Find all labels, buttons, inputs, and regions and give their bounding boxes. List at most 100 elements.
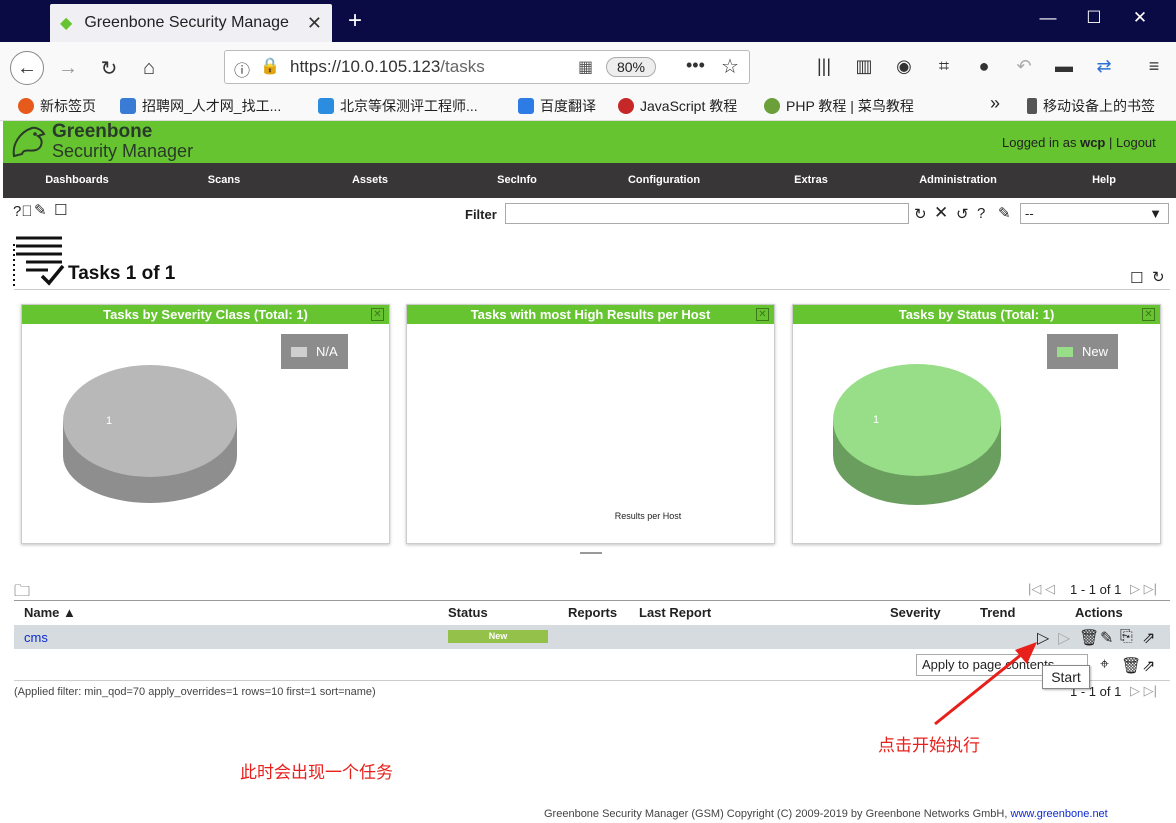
menu-dashboards[interactable]: Dashboards — [7, 174, 147, 186]
bookmark-item[interactable]: 新标签页 — [18, 96, 96, 116]
greenbone-logo-icon[interactable] — [8, 122, 50, 162]
logo-title: Greenbone — [52, 121, 153, 142]
footer-link[interactable]: www.greenbone.net — [1011, 808, 1108, 820]
reload-icon[interactable]: ↻ — [92, 51, 126, 85]
close-icon[interactable]: ✕ — [1142, 308, 1155, 321]
pager-next-last-bottom[interactable]: ▷ ▷| — [1130, 683, 1157, 699]
lock-warning-icon[interactable]: 🔒 — [260, 56, 280, 76]
page-actions-icon[interactable]: ••• — [686, 55, 705, 76]
pie-slice — [833, 364, 1001, 476]
resume-icon[interactable]: ▷ — [1058, 628, 1070, 648]
bookmark-label: PHP 教程 | 菜鸟教程 — [786, 98, 914, 114]
refresh-filter-icon[interactable]: ↻ — [914, 205, 927, 223]
bookmark-item[interactable]: PHP 教程 | 菜鸟教程 — [764, 96, 914, 116]
filter-select-value: -- — [1025, 206, 1034, 221]
col-status[interactable]: Status — [448, 605, 488, 620]
col-actions: Actions — [1075, 605, 1123, 620]
menu-icon[interactable]: ≡ — [1142, 56, 1166, 77]
back-icon[interactable]: ← — [10, 51, 44, 85]
bookmarks-overflow-button[interactable]: » — [990, 93, 1000, 114]
zoom-indicator[interactable]: 80% — [606, 57, 656, 77]
edit-filter-icon[interactable]: ✎ — [998, 204, 1011, 222]
url-text[interactable]: https://10.0.105.123/tasks — [290, 57, 485, 77]
bulk-trash-icon[interactable]: 🗑 — [1121, 656, 1141, 676]
resize-handle[interactable] — [580, 552, 602, 554]
bookmark-label: 新标签页 — [40, 98, 96, 114]
mobile-bookmarks-label: 移动设备上的书签 — [1043, 98, 1155, 114]
monitor-icon[interactable]: ▬ — [1052, 56, 1076, 77]
close-icon[interactable]: ✕ — [371, 308, 384, 321]
bookmark-star-icon[interactable]: ☆ — [721, 54, 739, 79]
edit-icon[interactable]: ✎ — [1100, 628, 1113, 648]
new-tab-button[interactable]: + — [342, 6, 368, 36]
bookmark-item[interactable]: 百度翻译 — [518, 96, 596, 116]
folder-icon[interactable]: 🗀 — [14, 580, 30, 607]
chart-status-title[interactable]: Tasks by Status (Total: 1) — [793, 305, 1160, 324]
menu-secinfo[interactable]: SecInfo — [447, 174, 587, 186]
bookmark-label: JavaScript 教程 — [640, 98, 738, 114]
col-name[interactable]: Name ▲ — [24, 605, 76, 620]
account-icon[interactable]: ◉ — [892, 56, 916, 77]
menu-help[interactable]: Help — [1034, 174, 1174, 186]
pager-first-prev[interactable]: |◁ ◁ — [1028, 581, 1055, 597]
col-severity[interactable]: Severity — [890, 605, 941, 620]
qr-code-icon[interactable]: ▦ — [578, 57, 593, 77]
new-dashboard-icon[interactable]: ☐ — [1130, 269, 1143, 287]
reset-dashboard-icon[interactable]: ↻ — [1152, 268, 1165, 286]
chart-high-results-title[interactable]: Tasks with most High Results per Host — [407, 305, 774, 324]
filter-help-icon[interactable]: ? — [977, 205, 985, 222]
chart-high-results: Tasks with most High Results per Host ✕ … — [406, 304, 775, 544]
bookmark-item[interactable]: 招聘网_人才网_找工... — [120, 96, 281, 116]
username[interactable]: wcp — [1080, 135, 1105, 150]
bookmark-item[interactable]: 北京等保测评工程师... — [318, 96, 478, 116]
separator: | — [1109, 135, 1113, 150]
menu-assets[interactable]: Assets — [300, 174, 440, 186]
col-last-report[interactable]: Last Report — [639, 605, 711, 620]
logout-link[interactable]: Logout — [1116, 135, 1156, 150]
tag-icon[interactable]: ⌖ — [1100, 656, 1109, 674]
undo-icon[interactable]: ↶ — [1012, 56, 1036, 77]
chat-icon[interactable]: ● — [972, 56, 996, 77]
logo-subtitle: Security Manager — [52, 141, 194, 161]
minimize-icon[interactable]: — — [1025, 8, 1071, 28]
greenbone-favicon-icon: ◆ — [60, 15, 73, 32]
col-trend[interactable]: Trend — [980, 605, 1015, 620]
filter-input[interactable] — [505, 203, 909, 224]
col-reports[interactable]: Reports — [568, 605, 617, 620]
library-icon[interactable]: ||| — [812, 56, 836, 77]
menu-scans[interactable]: Scans — [154, 174, 294, 186]
url-path: /tasks — [440, 57, 485, 76]
sync-icon[interactable]: ⇄ — [1092, 56, 1116, 77]
reset-filter-icon[interactable]: ↺ — [956, 205, 969, 223]
runoob-icon — [618, 98, 634, 114]
home-icon[interactable]: ⌂ — [132, 51, 166, 85]
sidebar-icon[interactable]: ▥ — [852, 56, 876, 77]
close-icon[interactable]: ✕ — [756, 308, 769, 321]
bookmark-label: 招聘网_人才网_找工... — [142, 98, 282, 114]
menu-configuration[interactable]: Configuration — [594, 174, 734, 186]
forward-icon[interactable]: → — [51, 51, 85, 85]
task-name-link[interactable]: cms — [24, 630, 48, 645]
clone-icon[interactable]: ⎘ — [1120, 628, 1133, 646]
screenshot-icon[interactable]: ⌗ — [932, 56, 956, 77]
pager-next-last[interactable]: ▷ ▷| — [1130, 581, 1157, 597]
menu-extras[interactable]: Extras — [741, 174, 881, 186]
remove-filter-icon[interactable]: ✕ — [934, 203, 948, 223]
info-icon[interactable]: ⓘ — [234, 57, 250, 81]
tab-close-icon[interactable]: ✕ — [307, 13, 322, 34]
mobile-bookmarks[interactable]: 移动设备上的书签 — [1027, 96, 1155, 116]
export-icon[interactable]: ⇗ — [1142, 628, 1155, 648]
bookmark-item[interactable]: JavaScript 教程 — [618, 96, 737, 116]
new-task-icon[interactable]: ☐ — [54, 201, 67, 219]
bulk-export-icon[interactable]: ⇗ — [1142, 656, 1155, 676]
title-divider — [14, 289, 1170, 290]
filter-select[interactable]: -- ▼ — [1020, 203, 1169, 224]
help-icon[interactable]: ?⃝ — [13, 203, 33, 220]
maximize-icon[interactable]: ☐ — [1071, 8, 1117, 28]
trash-icon[interactable]: 🗑 — [1079, 628, 1099, 648]
window-close-icon[interactable]: ✕ — [1117, 8, 1163, 28]
wizard-icon[interactable]: ✎ — [34, 201, 47, 219]
menu-administration[interactable]: Administration — [888, 174, 1028, 186]
chart-severity-title[interactable]: Tasks by Severity Class (Total: 1) — [22, 305, 389, 324]
browser-tab[interactable]: ◆ Greenbone Security Manager ✕ — [50, 4, 332, 42]
